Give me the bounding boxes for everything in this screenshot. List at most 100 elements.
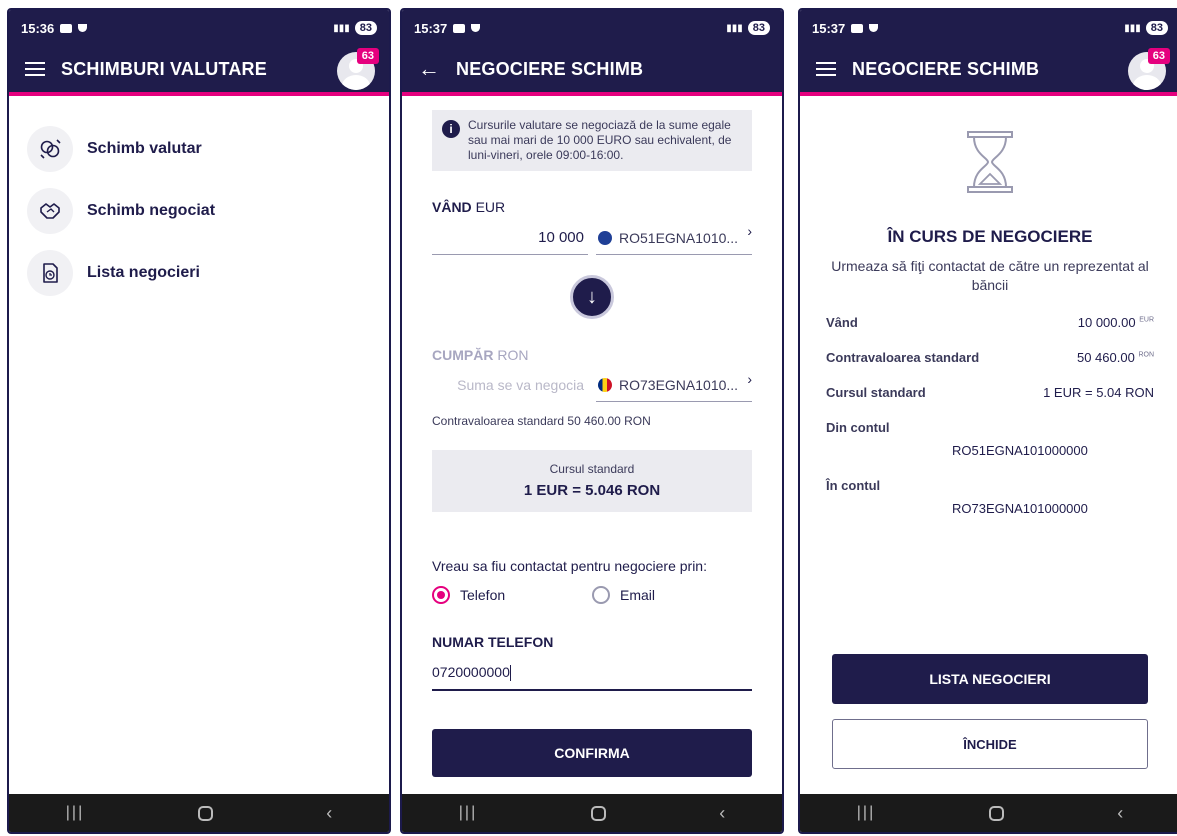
detail-value: 50 460.00 RON [1076,349,1154,365]
text-caret [509,665,511,682]
phone-field-label: NUMAR TELEFON [432,634,554,650]
notification-icon [869,24,879,32]
negotiation-form: i Cursurile valutare se negociază de la … [402,96,782,778]
standard-rate-panel: Cursul standard 1 EUR = 5.046 RON [432,450,752,512]
menu-item-lista-negocieri[interactable]: Lista negocieri [27,242,371,304]
menu-item-schimb-negociat[interactable]: Schimb negociat [27,180,371,242]
notification-icon [471,24,481,32]
profile-button[interactable]: 63 [1128,48,1170,90]
eu-flag-icon [598,230,612,245]
contact-option-email[interactable]: Email [592,586,752,604]
detail-row-sell: Vând 10 000.00 EUR [826,315,1154,330]
sell-account-iban: RO51EGNA1010... [619,229,739,246]
menu-icon[interactable] [25,62,45,76]
from-account-label: Din contul [826,419,890,435]
phone-screen-currency-exchange: 15:36 ▮▮▮ 83 SCHIMBURI VALUTARE 63 Schim… [7,8,391,834]
back-arrow-icon[interactable]: ← [418,58,440,80]
system-nav-bar: ||| ‹ [9,794,389,832]
status-time: 15:37 [812,20,846,36]
standard-value-note: Contravaloarea standard 50 460.00 RON [432,414,651,428]
menu-icon[interactable] [816,62,836,76]
notification-icon [453,23,466,33]
page-title: NEGOCIERE SCHIMB [456,58,644,79]
phone-number-input[interactable]: 0720000000 [432,658,752,692]
to-account-block: În contul RO73EGNA101000000 [826,478,1154,516]
phone-number-value: 0720000000 [432,664,510,680]
radio-phone-label: Telefon [460,587,506,603]
recents-button[interactable]: ||| [66,804,84,822]
sell-label: VÂND EUR [432,199,506,215]
info-text: Cursurile valutare se negociază de la su… [468,118,732,162]
phone-screen-negotiation-pending: 15:37 ▮▮▮ 83 NEGOCIERE SCHIMB 63 ÎN CURS… [798,8,1177,834]
info-banner: i Cursurile valutare se negociază de la … [432,110,752,171]
negotiations-list-button[interactable]: LISTA NEGOCIERI [832,654,1148,704]
battery-indicator: 83 [354,21,377,35]
notification-badge: 63 [1147,48,1170,64]
status-bar: 15:37 ▮▮▮ 83 [402,10,782,46]
sell-account-select[interactable]: RO51EGNA1010... › [596,223,752,255]
menu-item-label: Lista negocieri [87,264,200,281]
contact-option-phone[interactable]: Telefon [432,586,592,604]
status-bar: 15:36 ▮▮▮ 83 [9,10,389,46]
menu-item-label: Schimb valutar [87,140,202,157]
radio-email-label: Email [620,587,656,603]
page-title: NEGOCIERE SCHIMB [852,58,1040,79]
app-bar: ← NEGOCIERE SCHIMB [402,46,782,96]
profile-button[interactable]: 63 [337,48,379,90]
detail-row-standard-value: Contravaloarea standard 50 460.00 RON [826,350,1154,365]
recents-button[interactable]: ||| [459,804,477,822]
phone-screen-negotiation-form: 15:37 ▮▮▮ 83 ← NEGOCIERE SCHIMB i Cursur… [400,8,784,834]
to-account-iban: RO73EGNA101000000 [952,500,1088,516]
currency-exchange-icon [27,126,73,172]
app-bar: NEGOCIERE SCHIMB 63 [800,46,1177,96]
app-bar: SCHIMBURI VALUTARE 63 [9,46,389,96]
from-account-block: Din contul RO51EGNA101000000 [826,420,1154,458]
detail-label: Contravaloarea standard [826,349,980,365]
signal-icon: ▮▮▮ [1124,22,1141,34]
detail-value: 10 000.00 EUR [1077,314,1154,330]
confirm-button[interactable]: CONFIRMA [432,729,752,778]
from-account-iban: RO51EGNA101000000 [952,442,1088,458]
radio-email[interactable] [592,586,610,604]
contact-question: Vreau sa fiu contactat pentru negociere … [432,558,707,574]
buy-amount-input[interactable]: Suma se va negocia [432,371,588,402]
battery-indicator: 83 [747,21,770,35]
status-title: ÎN CURS DE NEGOCIERE [887,227,1093,246]
menu-item-label: Schimb negociat [87,202,216,219]
negotiation-status: ÎN CURS DE NEGOCIERE Urmeaza să fiţi con… [800,96,1177,516]
menu-item-schimb-valutar[interactable]: Schimb valutar [27,118,371,180]
recents-button[interactable]: ||| [857,804,875,822]
buy-label: CUMPĂR RON [432,347,529,363]
battery-indicator: 83 [1145,21,1168,35]
hourglass-icon [967,131,1013,193]
info-icon: i [442,120,460,138]
ro-flag-icon [598,378,612,392]
arrow-down-icon: ↓ [587,285,597,308]
back-button[interactable]: ‹ [1117,803,1123,824]
status-time: 15:37 [414,20,448,36]
status-bar: 15:37 ▮▮▮ 83 [800,10,1177,46]
back-button[interactable]: ‹ [326,803,332,824]
back-button[interactable]: ‹ [719,803,725,824]
chevron-right-icon: › [747,223,752,239]
detail-label: Cursul standard [826,384,926,400]
buy-account-select[interactable]: RO73EGNA1010... › [596,371,752,402]
close-button[interactable]: ÎNCHIDE [832,719,1148,769]
detail-value: 1 EUR = 5.04 RON [1043,384,1154,400]
rate-caption: Cursul standard [549,462,635,476]
detail-label: Vând [826,314,858,330]
home-button[interactable] [197,805,213,821]
exchange-menu: Schimb valutar Schimb negociat Lista neg… [9,96,389,326]
home-button[interactable] [988,805,1004,821]
notification-icon [851,23,864,33]
system-nav-bar: ||| ‹ [800,794,1177,832]
radio-phone[interactable] [432,586,450,604]
home-button[interactable] [590,805,606,821]
signal-icon: ▮▮▮ [333,22,350,34]
buy-account-iban: RO73EGNA1010... [619,377,739,393]
swap-direction-button[interactable]: ↓ [570,275,614,319]
notification-icon [60,23,73,33]
page-title: SCHIMBURI VALUTARE [61,58,267,79]
sell-amount-input[interactable]: 10 000 [432,223,588,255]
handshake-icon [27,188,73,234]
